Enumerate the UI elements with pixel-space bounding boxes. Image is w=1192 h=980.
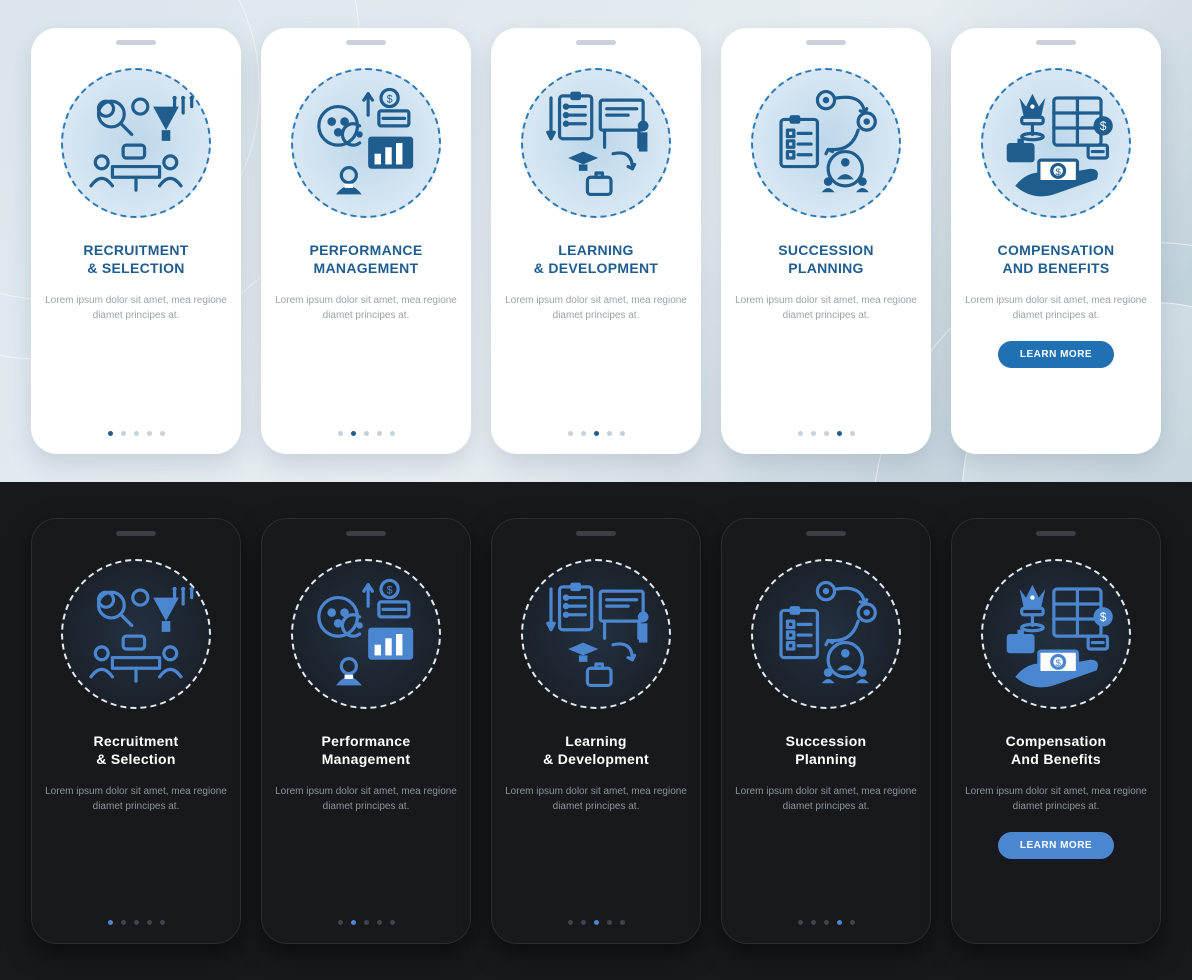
phone-notch [576,40,616,45]
recruitment-icon [61,68,211,218]
screen-description: Lorem ipsum dolor sit amet, mea regione … [503,293,689,323]
pagination-dots[interactable] [568,431,625,436]
screen-description: Lorem ipsum dolor sit amet, mea regione … [504,784,688,814]
screen-description: Lorem ipsum dolor sit amet, mea regione … [44,784,228,814]
phone-notch [116,531,156,536]
phone-light-5: COMPENSATIONAND BENEFITS Lorem ipsum dol… [951,28,1161,454]
phone-dark-5: CompensationAnd Benefits Lorem ipsum dol… [951,518,1161,944]
learn-more-button[interactable]: LEARN MORE [998,341,1114,368]
performance-icon [291,559,441,709]
pagination-dots[interactable] [798,431,855,436]
pagination-dots[interactable] [338,431,395,436]
phone-notch [806,531,846,536]
screen-title: LEARNING& DEVELOPMENT [534,242,658,277]
screen-title: RECRUITMENT& SELECTION [83,242,188,277]
screen-description: Lorem ipsum dolor sit amet, mea regione … [273,293,459,323]
screen-title: CompensationAnd Benefits [1006,733,1107,768]
light-theme-row: RECRUITMENT& SELECTION Lorem ipsum dolor… [0,0,1192,482]
compensation-icon [981,68,1131,218]
phone-notch [806,40,846,45]
phone-notch [346,40,386,45]
screen-title: SuccessionPlanning [786,733,867,768]
screen-description: Lorem ipsum dolor sit amet, mea regione … [964,784,1148,814]
screen-title: COMPENSATIONAND BENEFITS [998,242,1115,277]
screen-title: SUCCESSIONPLANNING [778,242,874,277]
recruitment-icon [61,559,211,709]
phone-dark-1: Recruitment& Selection Lorem ipsum dolor… [31,518,241,944]
phone-notch [346,531,386,536]
pagination-dots[interactable] [108,920,165,925]
phone-light-4: SUCCESSIONPLANNING Lorem ipsum dolor sit… [721,28,931,454]
succession-icon [751,68,901,218]
learning-icon [521,68,671,218]
pagination-dots[interactable] [338,920,395,925]
screen-title: Recruitment& Selection [94,733,179,768]
phone-notch [1036,40,1076,45]
screen-title: Learning& Development [543,733,649,768]
screen-description: Lorem ipsum dolor sit amet, mea regione … [274,784,458,814]
succession-icon [751,559,901,709]
phone-dark-3: Learning& Development Lorem ipsum dolor … [491,518,701,944]
phone-light-1: RECRUITMENT& SELECTION Lorem ipsum dolor… [31,28,241,454]
pagination-dots[interactable] [108,431,165,436]
screen-title: PERFORMANCEMANAGEMENT [310,242,423,277]
screen-description: Lorem ipsum dolor sit amet, mea regione … [963,293,1149,323]
dark-theme-row: Recruitment& Selection Lorem ipsum dolor… [0,482,1192,980]
screen-description: Lorem ipsum dolor sit amet, mea regione … [43,293,229,323]
learning-icon [521,559,671,709]
phone-light-2: PERFORMANCEMANAGEMENT Lorem ipsum dolor … [261,28,471,454]
phone-notch [116,40,156,45]
screen-description: Lorem ipsum dolor sit amet, mea regione … [733,293,919,323]
screen-title: PerformanceManagement [322,733,411,768]
screen-description: Lorem ipsum dolor sit amet, mea regione … [734,784,918,814]
phone-light-3: LEARNING& DEVELOPMENT Lorem ipsum dolor … [491,28,701,454]
compensation-icon [981,559,1131,709]
phone-dark-2: PerformanceManagement Lorem ipsum dolor … [261,518,471,944]
phone-notch [576,531,616,536]
phone-dark-4: SuccessionPlanning Lorem ipsum dolor sit… [721,518,931,944]
pagination-dots[interactable] [798,920,855,925]
learn-more-button[interactable]: LEARN MORE [998,832,1114,859]
performance-icon [291,68,441,218]
phone-notch [1036,531,1076,536]
pagination-dots[interactable] [568,920,625,925]
